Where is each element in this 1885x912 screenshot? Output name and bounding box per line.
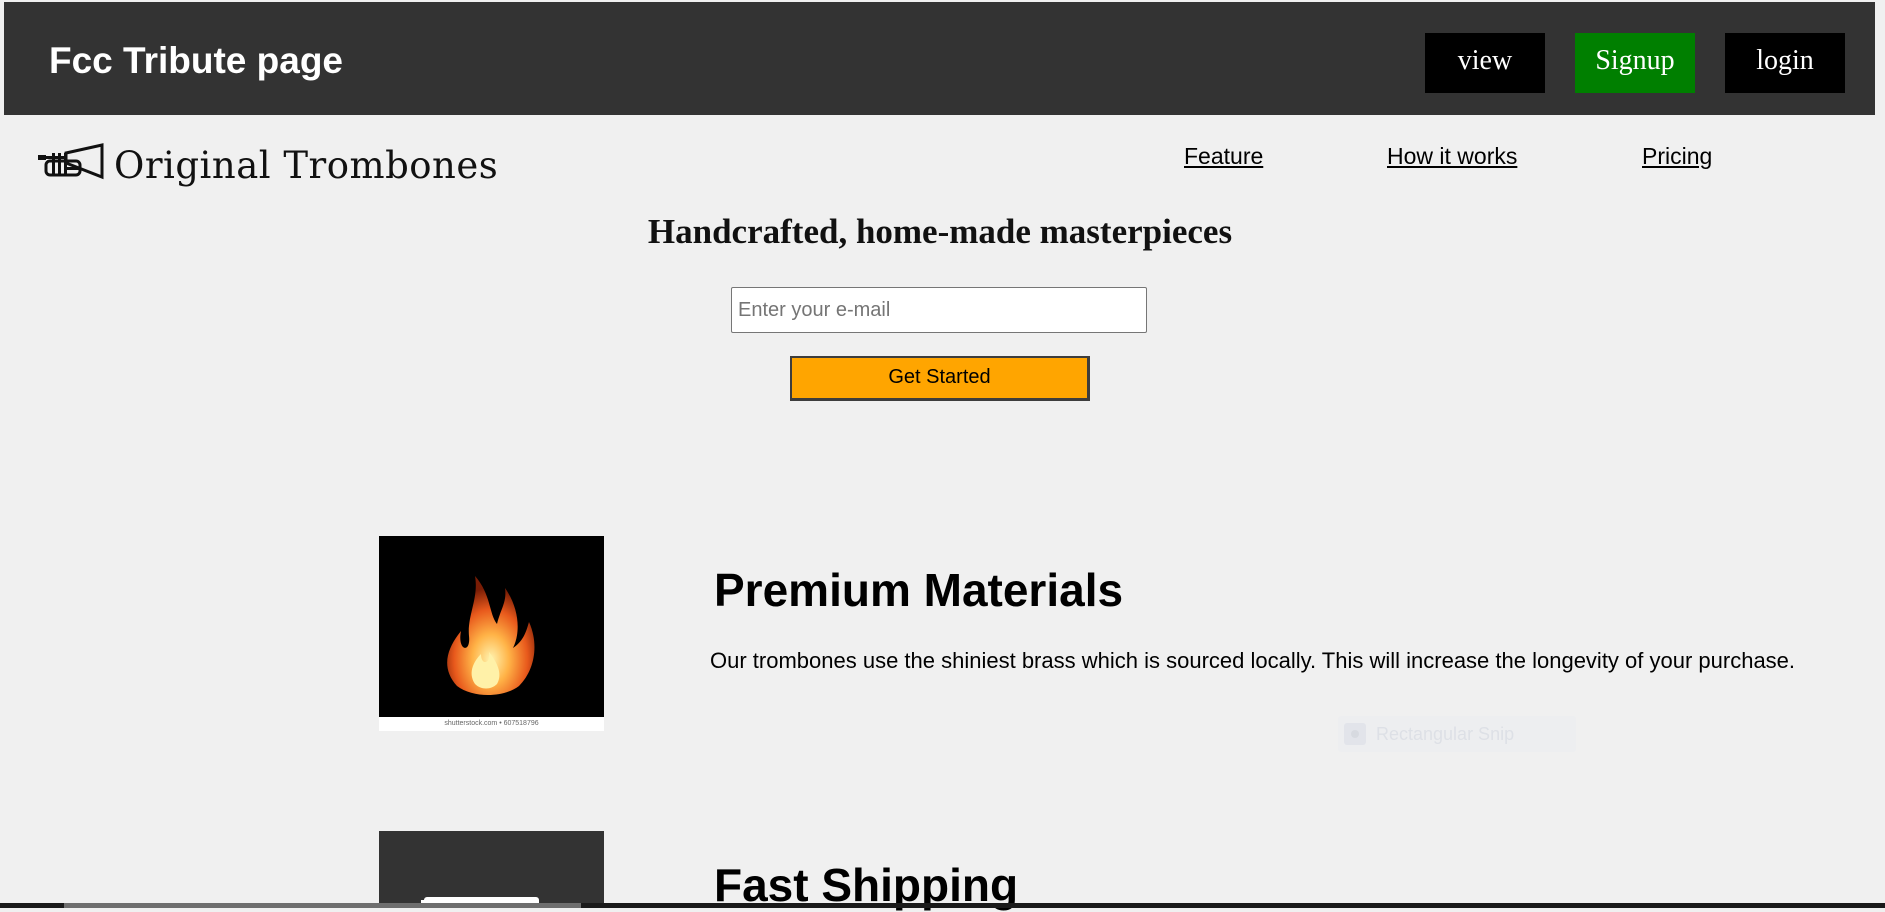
fire-image: shutterstock.com • 607518796 [379, 536, 604, 731]
logo[interactable]: Original Trombones [36, 140, 498, 190]
get-started-button[interactable]: Get Started [790, 356, 1090, 401]
scrollbar-thumb[interactable] [64, 903, 581, 908]
hero-title: Handcrafted, home-made masterpieces [647, 212, 1233, 251]
snip-icon [1344, 723, 1366, 745]
truck-image [379, 831, 604, 908]
signup-button[interactable]: Signup [1575, 33, 1695, 93]
logo-text: Original Trombones [114, 143, 499, 187]
login-button[interactable]: login [1725, 33, 1845, 93]
rectangular-snip-tooltip: Rectangular Snip [1338, 716, 1576, 752]
snip-label: Rectangular Snip [1376, 723, 1515, 744]
trumpet-icon [36, 143, 104, 187]
view-button[interactable]: view [1425, 33, 1545, 93]
nav-link-feature[interactable]: Feature [1184, 143, 1263, 170]
nav-link-how-it-works[interactable]: How it works [1387, 143, 1517, 170]
email-input[interactable] [731, 287, 1147, 333]
feature-heading: Premium Materials [714, 564, 1124, 616]
site-title: Fcc Tribute page [49, 40, 344, 81]
nav-link-pricing[interactable]: Pricing [1642, 143, 1712, 170]
top-header: Fcc Tribute page view Signup login [4, 2, 1875, 115]
feature-description: Our trombones use the shiniest brass whi… [710, 648, 1796, 673]
image-caption: shutterstock.com • 607518796 [379, 717, 604, 731]
